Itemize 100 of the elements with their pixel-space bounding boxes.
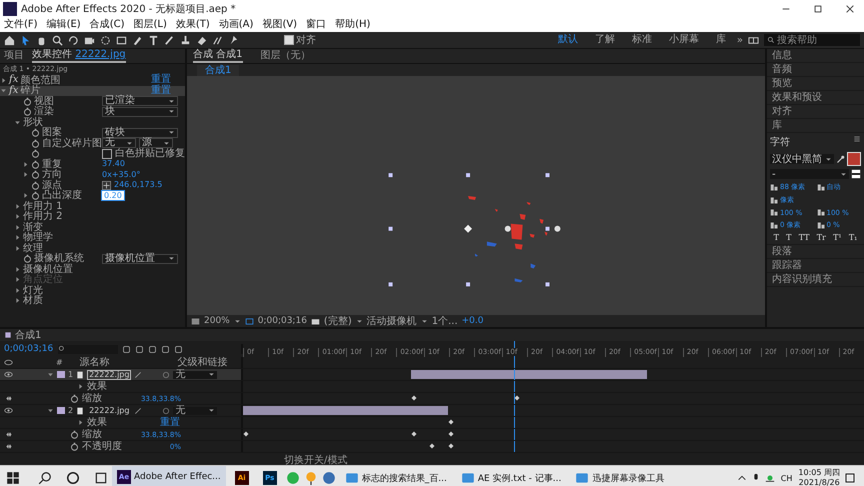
text-style-button[interactable]: T₁: [848, 233, 858, 242]
composition-tab[interactable]: 合成1: [197, 64, 240, 76]
dropdown[interactable]: 砖块: [102, 128, 178, 138]
twirl-arrow-icon[interactable]: [77, 383, 84, 390]
stroke-width-icon[interactable]: [770, 196, 779, 204]
taskbar-button[interactable]: 标志的搜索结果_百...: [340, 467, 452, 486]
stopwatch-icon[interactable]: [70, 394, 79, 403]
twirl-arrow-icon[interactable]: [14, 202, 21, 210]
baseline-shift-icon[interactable]: [770, 220, 779, 230]
twirl-arrow-icon[interactable]: [14, 224, 21, 231]
twirl-arrow-icon[interactable]: [14, 244, 21, 252]
panel-header[interactable]: 音频: [767, 63, 864, 77]
taskbar-button[interactable]: 迅捷屏幕录像工具: [570, 467, 670, 486]
shy-icon[interactable]: [135, 344, 144, 354]
fill-color-swatch[interactable]: [847, 152, 861, 166]
group-label[interactable]: 作用力 2: [23, 211, 63, 222]
twirl-arrow-icon[interactable]: [14, 213, 21, 220]
viewer-tab[interactable]: 图层（无）: [260, 50, 311, 62]
panel-header[interactable]: 库: [767, 119, 864, 133]
keyframe-icon[interactable]: [514, 395, 520, 401]
label-color-box[interactable]: [57, 371, 65, 378]
clock[interactable]: 10:05 周四 2021/8/26: [798, 468, 840, 486]
crosshair-icon[interactable]: [102, 180, 111, 190]
sphere-app-icon[interactable]: [322, 471, 336, 485]
menu-item[interactable]: 帮助(H): [335, 19, 370, 31]
twirl-arrow-icon[interactable]: [14, 286, 21, 294]
draft-3d-icon[interactable]: [174, 344, 183, 354]
search-field[interactable]: 搜索帮助: [764, 34, 860, 46]
current-time[interactable]: 0;00;03;16: [4, 344, 54, 354]
style-dropdown[interactable]: -: [770, 169, 849, 179]
switch-icon[interactable]: [134, 406, 142, 414]
reset-link[interactable]: 重置: [160, 417, 180, 428]
network-icon[interactable]: [764, 473, 775, 483]
dropdown[interactable]: 摄像机位置: [102, 254, 178, 264]
graph-icon[interactable]: [122, 344, 131, 354]
value-field[interactable]: 246.0,173.5: [114, 180, 162, 190]
parent-dropdown[interactable]: 无: [173, 406, 218, 414]
twirl-arrow-icon[interactable]: [47, 371, 54, 378]
rectangle-icon[interactable]: [116, 34, 127, 46]
keyframe-icon[interactable]: [410, 395, 417, 401]
checkbox[interactable]: [102, 148, 112, 159]
group-label[interactable]: 渐变: [23, 222, 43, 233]
stopwatch-icon[interactable]: [23, 254, 32, 264]
keyframe-icon[interactable]: [429, 443, 436, 449]
leading-icon[interactable]: [816, 182, 826, 192]
horizontal-scale-icon[interactable]: [816, 208, 826, 217]
brush-icon[interactable]: [164, 34, 175, 46]
value-field[interactable]: 37.40: [102, 159, 125, 170]
dropdown[interactable]: 无: [102, 138, 136, 148]
notification-icon[interactable]: [844, 472, 856, 484]
eraser-icon[interactable]: [196, 34, 207, 46]
pointer-icon[interactable]: [20, 34, 31, 46]
panel-tab[interactable]: 项目: [4, 50, 24, 62]
menu-item[interactable]: 文件(F): [4, 19, 38, 31]
twirl-arrow-icon[interactable]: [0, 76, 7, 84]
stopwatch-icon[interactable]: [31, 149, 40, 158]
camera-dropdown[interactable]: 活动摄像机: [366, 315, 417, 327]
twirl-arrow-icon[interactable]: [14, 234, 21, 242]
windows-start-icon[interactable]: [6, 471, 20, 485]
stroke-swatch-icon[interactable]: [851, 169, 861, 179]
pan-behind-icon[interactable]: [100, 34, 111, 46]
menu-item[interactable]: 动画(A): [218, 19, 254, 31]
stopwatch-icon[interactable]: [31, 160, 40, 169]
viewer-tab[interactable]: 合成 合成1: [193, 49, 243, 63]
text-style-button[interactable]: T: [772, 233, 780, 242]
eye-icon[interactable]: [4, 406, 13, 415]
value-field[interactable]: 0x+35.0°: [102, 170, 140, 180]
panel-layout-icon[interactable]: [748, 34, 759, 46]
magnifier-icon[interactable]: [52, 34, 63, 46]
snapshot-icon[interactable]: [310, 316, 320, 326]
panel-header[interactable]: 内容识别填充: [767, 273, 864, 287]
stopwatch-icon[interactable]: [31, 138, 40, 148]
workspace-tab[interactable]: 了解: [588, 34, 621, 46]
panel-header[interactable]: 效果和预设: [767, 91, 864, 105]
keyframe-icon[interactable]: [410, 431, 417, 437]
keyframe-icon[interactable]: [243, 431, 249, 437]
resolution-dropdown[interactable]: (完整): [324, 315, 352, 327]
maximize-icon[interactable]: [813, 4, 823, 14]
stopwatch-icon[interactable]: [31, 170, 40, 180]
stopwatch-icon[interactable]: [23, 96, 32, 106]
pen-icon[interactable]: [132, 34, 143, 46]
menu-item[interactable]: 视图(V): [262, 19, 298, 31]
input-method-indicator[interactable]: CH: [778, 474, 794, 482]
stopwatch-icon[interactable]: [70, 430, 79, 439]
text-style-button[interactable]: T¹: [832, 233, 843, 242]
search-field[interactable]: [58, 344, 118, 354]
text-style-button[interactable]: TT: [798, 233, 811, 242]
font-dropdown[interactable]: 汉仪中黑简: [770, 154, 834, 164]
input-field[interactable]: 0.20: [102, 191, 124, 200]
group-label[interactable]: 灯光: [23, 284, 43, 296]
property-label[interactable]: 效果: [87, 381, 107, 392]
group-label[interactable]: 纹理: [23, 242, 43, 254]
tsume-icon[interactable]: [816, 220, 826, 230]
switch-icon[interactable]: [134, 370, 142, 378]
dropdown[interactable]: 已渲染: [102, 96, 178, 106]
reset-link[interactable]: 重置: [151, 75, 171, 86]
frame-blend-icon[interactable]: [161, 344, 170, 354]
more-workspaces-button[interactable]: »: [736, 34, 743, 46]
parent-dropdown[interactable]: 无: [173, 370, 218, 378]
region-icon[interactable]: [191, 316, 200, 326]
